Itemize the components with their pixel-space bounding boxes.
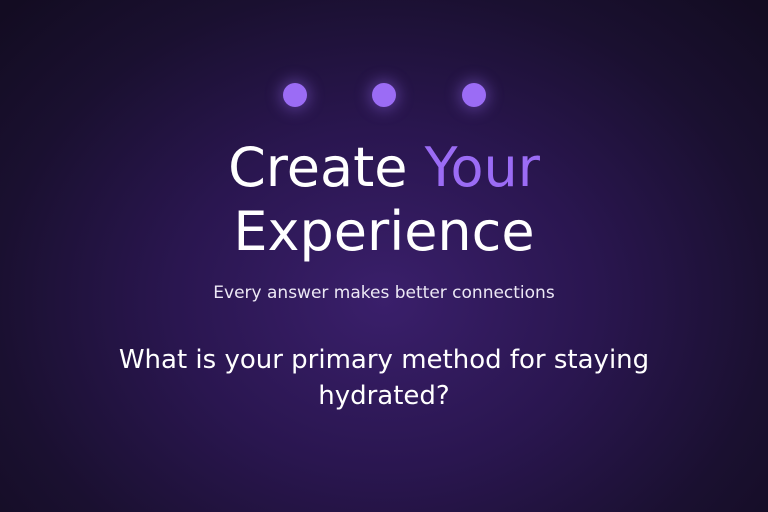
title-part-1: Create xyxy=(228,136,425,199)
title-part-3: Experience xyxy=(233,200,535,263)
question-text: What is your primary method for staying … xyxy=(118,345,650,411)
progress-indicator xyxy=(0,83,768,107)
page-title: Create Your Experience xyxy=(0,136,768,264)
page-subtitle: Every answer makes better connections xyxy=(213,283,555,303)
progress-dot-3 xyxy=(462,83,486,107)
progress-dot-1 xyxy=(283,83,307,107)
title-accent: Your xyxy=(424,136,540,199)
progress-dot-2 xyxy=(372,83,396,107)
